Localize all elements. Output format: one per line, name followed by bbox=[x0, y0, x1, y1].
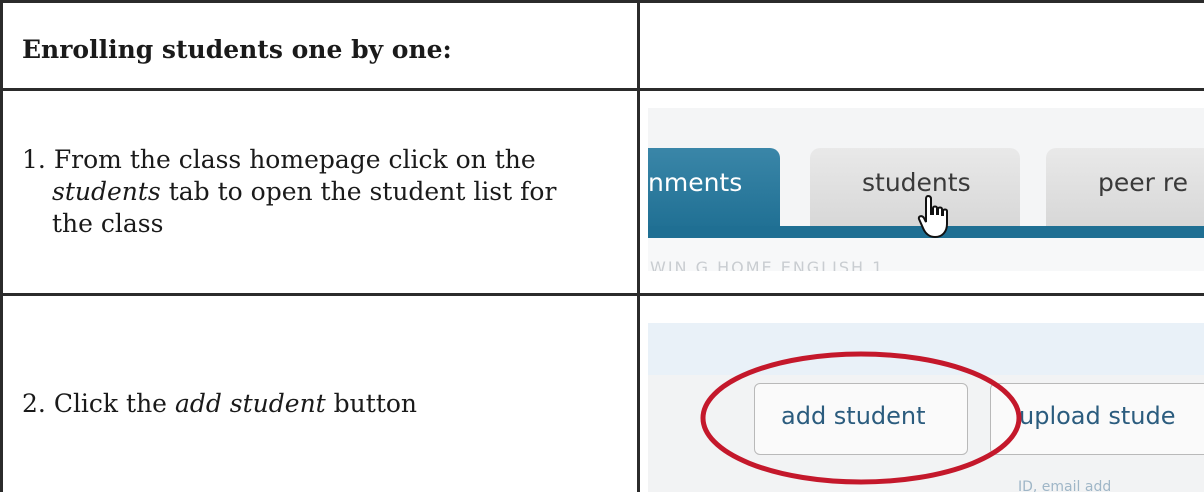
tab-students-label: students bbox=[862, 168, 971, 197]
step-1-text-before: From the class homepage click on the bbox=[53, 145, 536, 174]
table-border-left bbox=[0, 0, 3, 492]
step-2-number: 2. bbox=[22, 389, 46, 418]
step-2-italic: add student bbox=[174, 389, 326, 418]
table-border-top bbox=[0, 0, 1204, 3]
add-student-screenshot: add student upload stude ID, email add bbox=[648, 323, 1204, 492]
row-divider-2 bbox=[0, 293, 1204, 296]
bottom-hint-text: ID, email add bbox=[1018, 479, 1112, 492]
hand-cursor-icon bbox=[917, 194, 948, 239]
row-divider-1 bbox=[0, 88, 1204, 91]
upload-students-label: upload stude bbox=[1019, 402, 1176, 430]
tab-peer-label: peer re bbox=[1098, 168, 1188, 197]
instruction-table: Enrolling students one by one: 1. From t… bbox=[0, 0, 1204, 492]
faded-breadcrumb-text: WIN G HOME ENGLISH 1 bbox=[650, 258, 885, 271]
section-heading: Enrolling students one by one: bbox=[22, 35, 452, 64]
step-2-text: 2. Click the add student button bbox=[22, 388, 622, 420]
column-divider bbox=[637, 0, 640, 492]
faded-breadcrumb: WIN G HOME ENGLISH 1 bbox=[648, 238, 1204, 271]
step-2-text-before: Click the bbox=[53, 389, 167, 418]
tab-students[interactable]: students bbox=[810, 148, 1020, 232]
highlight-ellipse-icon bbox=[700, 351, 1022, 485]
step-1-italic: students bbox=[52, 177, 161, 206]
step-2-text-after: button bbox=[333, 389, 418, 418]
step-1-text-after: tab to open the student list for bbox=[168, 177, 557, 206]
step-1-line-3: the class bbox=[52, 209, 164, 238]
tab-assignments-label: nments bbox=[648, 168, 743, 197]
students-tab-screenshot: nments students peer re WIN G HOME ENGLI… bbox=[648, 108, 1204, 271]
step-1-line-2: students tab to open the student list fo… bbox=[22, 176, 622, 208]
step-1-number: 1. bbox=[22, 145, 46, 174]
tab-assignments[interactable]: nments bbox=[648, 148, 780, 232]
step-1-text: 1. From the class homepage click on the … bbox=[22, 144, 622, 240]
tab-peer-review[interactable]: peer re bbox=[1046, 148, 1204, 232]
